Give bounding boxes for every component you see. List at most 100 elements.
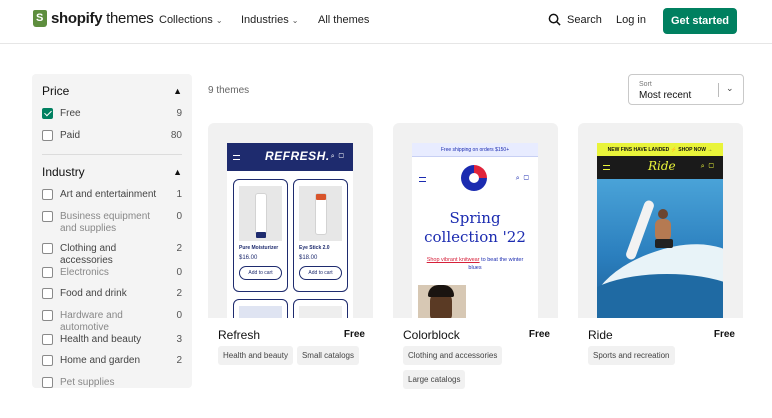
product-card xyxy=(293,299,348,318)
menu-icon xyxy=(603,165,610,170)
tag[interactable]: Small catalogs xyxy=(296,346,359,365)
menu-icon xyxy=(419,177,426,182)
product-card: Pure Moisturizer $16.00 Add to cart xyxy=(233,179,288,292)
filter-label: Electronics xyxy=(60,266,109,278)
search-cart-icons: ⌕▢ xyxy=(700,163,718,170)
filter-option-business[interactable]: Business equipment and supplies 0 xyxy=(42,210,182,243)
product-price: $18.00 xyxy=(299,255,318,261)
nav-all-themes[interactable]: All themes xyxy=(318,14,369,26)
add-to-cart-button: Add to cart xyxy=(299,266,342,280)
theme-name[interactable]: Colorblock xyxy=(403,328,460,342)
filter-label: Food and drink xyxy=(60,288,127,299)
theme-card-ride[interactable]: NEW FINS HAVE LANDED ⚡ SHOP NOW → Ride ⌕… xyxy=(578,123,743,393)
preview-header: Ride ⌕▢ xyxy=(597,156,723,179)
search-icon xyxy=(548,13,561,26)
theme-tags: Sports and recreation xyxy=(588,346,738,365)
filter-count: 2 xyxy=(176,355,182,366)
theme-preview[interactable]: NEW FINS HAVE LANDED ⚡ SHOP NOW → Ride ⌕… xyxy=(578,123,743,318)
filter-option-art[interactable]: Art and entertainment 1 xyxy=(42,189,182,211)
logo-suffix: themes xyxy=(102,10,154,27)
search-cart-icons: ⌕▢ xyxy=(515,175,533,182)
filter-option-hardware[interactable]: Hardware and automotive 0 xyxy=(42,309,182,334)
checkbox[interactable] xyxy=(42,189,53,200)
add-to-cart-button: Add to cart xyxy=(239,266,282,280)
filter-option-free[interactable]: Free 9 xyxy=(42,108,182,130)
get-started-button[interactable]: Get started xyxy=(663,8,737,34)
preview-logo: REFRESH. xyxy=(265,149,330,163)
headline-line-1: Spring xyxy=(449,209,501,227)
preview-subtext: Shop vibrant knitwear to beat the winter… xyxy=(422,256,528,272)
shopify-themes-logo[interactable]: shopify themes xyxy=(33,10,154,27)
sort-value: Most recent xyxy=(639,90,692,101)
chevron-up-icon: ▲ xyxy=(173,86,182,96)
filter-sidebar[interactable]: Price ▲ Free 9 Paid 80 Industry ▲ Art an… xyxy=(32,74,192,388)
theme-preview[interactable]: REFRESH. ⌕▢ Pure Moisturizer $16.00 Add … xyxy=(208,123,373,318)
tag[interactable]: Sports and recreation xyxy=(588,346,675,365)
login-link[interactable]: Log in xyxy=(616,14,646,26)
tag[interactable]: Clothing and accessories xyxy=(403,346,503,365)
theme-name[interactable]: Refresh xyxy=(218,328,260,342)
theme-card-colorblock[interactable]: Free shipping on orders $150+ ⌕▢ Spring … xyxy=(393,123,558,393)
theme-name[interactable]: Ride xyxy=(588,328,613,342)
filter-option-pet[interactable]: Pet supplies xyxy=(42,376,182,389)
checkbox[interactable] xyxy=(42,309,53,321)
theme-info: Refresh Free Health and beauty Small cat… xyxy=(208,318,373,393)
checkbox[interactable] xyxy=(42,288,53,299)
industry-filter-header[interactable]: Industry ▲ xyxy=(42,155,182,189)
checkbox[interactable] xyxy=(42,333,53,345)
filter-option-food[interactable]: Food and drink 2 xyxy=(42,288,182,310)
search-label: Search xyxy=(567,13,602,26)
checkbox[interactable] xyxy=(42,210,53,222)
filter-label: Hardware and automotive xyxy=(60,309,123,333)
chevron-down-icon: ⌄ xyxy=(726,83,734,93)
mobile-preview: REFRESH. ⌕▢ Pure Moisturizer $16.00 Add … xyxy=(227,143,353,318)
theme-tags: Health and beauty Small catalogs xyxy=(218,346,368,365)
filter-option-electronics[interactable]: Electronics 0 xyxy=(42,266,182,289)
price-filter-title: Price xyxy=(42,84,70,98)
theme-price: Free xyxy=(528,329,550,340)
tag[interactable]: Large catalogs xyxy=(403,370,466,389)
preview-headline: Spring collection '22 xyxy=(412,209,538,247)
product-card xyxy=(233,299,288,318)
tag[interactable]: Health and beauty xyxy=(218,346,293,365)
product-image xyxy=(299,186,342,241)
results-count: 9 themes xyxy=(208,85,250,96)
checkbox-checked[interactable] xyxy=(42,108,53,119)
chevron-down-icon: ⌄ xyxy=(215,15,223,25)
filter-count: 9 xyxy=(176,108,182,119)
checkbox[interactable] xyxy=(42,266,53,278)
filter-option-health[interactable]: Health and beauty 3 xyxy=(42,333,182,356)
preview-header: REFRESH. ⌕▢ xyxy=(227,143,353,171)
filter-option-home[interactable]: Home and garden 2 xyxy=(42,355,182,377)
filter-count: 2 xyxy=(176,288,182,299)
checkbox[interactable] xyxy=(42,242,53,254)
filter-label: Pet supplies xyxy=(60,376,115,388)
filter-count: 1 xyxy=(176,189,182,200)
theme-tags: Clothing and accessories Large catalogs xyxy=(403,346,553,389)
theme-preview[interactable]: Free shipping on orders $150+ ⌕▢ Spring … xyxy=(393,123,558,318)
product-image xyxy=(239,186,282,241)
nav-collections[interactable]: Collections ⌄ xyxy=(159,14,223,26)
checkbox[interactable] xyxy=(42,129,53,141)
sort-select[interactable]: Sort Most recent ⌄ xyxy=(628,74,744,105)
sort-label: Sort xyxy=(639,81,652,88)
headline-line-2: collection '22 xyxy=(424,228,526,246)
checkbox[interactable] xyxy=(42,355,53,366)
search-button[interactable]: Search xyxy=(548,13,602,26)
filter-label: Health and beauty xyxy=(60,333,142,345)
logo-brand: shopify xyxy=(51,10,103,27)
top-navigation: shopify themes Collections ⌄ Industries … xyxy=(0,0,772,44)
theme-card-refresh[interactable]: REFRESH. ⌕▢ Pure Moisturizer $16.00 Add … xyxy=(208,123,373,393)
surfer-photo xyxy=(597,179,723,318)
nav-all-themes-label: All themes xyxy=(318,14,370,26)
nav-industries[interactable]: Industries ⌄ xyxy=(241,14,298,26)
filter-count: 0 xyxy=(176,210,182,222)
checkbox[interactable] xyxy=(42,376,53,388)
theme-info: Ride Free Sports and recreation xyxy=(578,318,743,393)
preview-logo: Ride xyxy=(648,159,676,173)
product-card: Eye Stick 2.0 $18.00 Add to cart xyxy=(293,179,348,292)
filter-label: Home and garden xyxy=(60,355,141,366)
filter-option-clothing[interactable]: Clothing and accessories 2 xyxy=(42,242,182,267)
filter-option-paid[interactable]: Paid 80 xyxy=(42,129,182,152)
price-filter-header[interactable]: Price ▲ xyxy=(42,74,182,108)
